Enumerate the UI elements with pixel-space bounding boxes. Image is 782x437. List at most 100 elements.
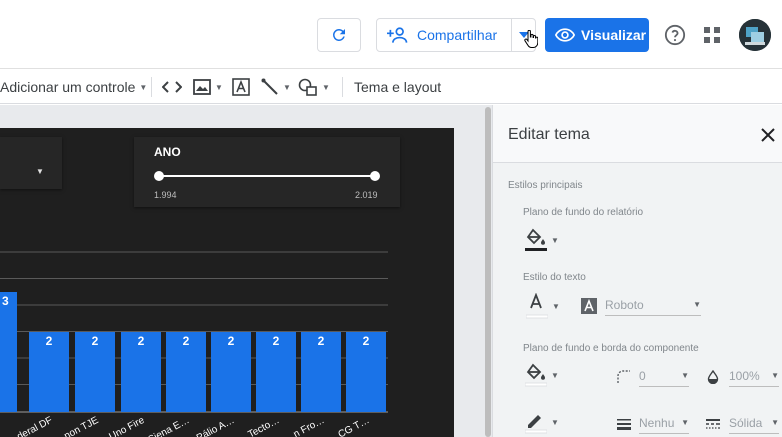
slider-min-value: 1.994 bbox=[154, 190, 177, 200]
opacity-value: 100% bbox=[729, 368, 760, 383]
insert-line-button[interactable]: ▼ bbox=[261, 69, 291, 105]
border-weight-value: Nenhu bbox=[639, 415, 675, 430]
opacity-icon bbox=[707, 370, 719, 384]
insert-shape-button[interactable]: ▼ bbox=[298, 69, 330, 105]
component-bg-color-picker[interactable]: ▼ bbox=[525, 363, 559, 387]
caret-down-icon: ▼ bbox=[693, 300, 701, 309]
top-header: Compartilhar Visualizar bbox=[0, 0, 782, 68]
share-main-button[interactable]: Compartilhar bbox=[377, 19, 512, 51]
text-color-picker[interactable]: ▼ bbox=[526, 293, 560, 319]
add-control-menu[interactable]: Adicionar um controle ▼ bbox=[0, 69, 147, 105]
code-icon bbox=[162, 81, 182, 93]
category-label: …CG T… bbox=[328, 415, 372, 437]
canvas-scrollbar[interactable] bbox=[484, 105, 492, 437]
theme-layout-button[interactable]: Tema e layout bbox=[354, 69, 441, 105]
panel-title: Editar tema bbox=[508, 126, 590, 143]
scrollbar-thumb[interactable] bbox=[485, 107, 491, 437]
caret-down-icon: ▼ bbox=[551, 370, 559, 380]
category-label: …Uno Fire bbox=[99, 415, 147, 437]
slider-track[interactable] bbox=[158, 175, 376, 177]
year-slider-control: ANO 1.994 2.019 bbox=[134, 137, 400, 207]
opacity-select[interactable]: 100% ▼ bbox=[729, 365, 779, 387]
caret-down-icon: ▼ bbox=[36, 167, 44, 176]
font-icon bbox=[581, 298, 597, 314]
category-label: …Siena E… bbox=[138, 415, 192, 437]
border-radius-value: 0 bbox=[639, 368, 646, 383]
category-label: … bbox=[0, 415, 2, 429]
border-style-icon bbox=[706, 419, 720, 429]
theme-layout-label: Tema e layout bbox=[354, 79, 442, 95]
text-box-icon bbox=[232, 78, 250, 96]
pen-icon bbox=[525, 415, 547, 434]
caret-down-icon: ▼ bbox=[139, 82, 148, 92]
caret-down-icon: ▼ bbox=[215, 82, 223, 92]
view-button[interactable]: Visualizar bbox=[545, 18, 649, 52]
caret-down-icon: ▼ bbox=[283, 82, 291, 92]
text-color-icon bbox=[526, 293, 548, 319]
add-control-label: Adicionar um controle bbox=[0, 79, 136, 95]
edit-theme-panel: Editar tema Estilos principais Plano de … bbox=[492, 105, 782, 437]
caret-down-icon: ▼ bbox=[551, 235, 559, 245]
data-label: 2 bbox=[228, 334, 235, 348]
help-icon[interactable] bbox=[664, 24, 686, 46]
data-label: 2 bbox=[183, 334, 190, 348]
user-avatar[interactable] bbox=[739, 19, 771, 51]
category-label: …Pálio A… bbox=[186, 415, 236, 437]
fill-color-icon bbox=[525, 228, 547, 251]
component-bg-label: Plano de fundo e borda do componente bbox=[523, 343, 699, 354]
data-label: 3 bbox=[2, 294, 9, 308]
insert-text-button[interactable] bbox=[232, 69, 250, 105]
toolbar-divider bbox=[151, 77, 152, 97]
shapes-icon bbox=[298, 78, 317, 96]
text-style-label: Estilo do texto bbox=[523, 272, 586, 283]
fill-color-icon bbox=[525, 363, 547, 387]
line-icon bbox=[261, 78, 278, 95]
year-slider-label: ANO bbox=[154, 145, 181, 159]
border-radius-icon bbox=[617, 370, 630, 383]
panel-header: Editar tema bbox=[493, 105, 782, 163]
border-style-value: Sólida bbox=[729, 415, 763, 430]
caret-down-icon: ▼ bbox=[322, 82, 330, 92]
close-icon[interactable] bbox=[761, 128, 775, 142]
data-label: 2 bbox=[138, 334, 145, 348]
report-bg-label: Plano de fundo do relatório bbox=[523, 207, 644, 218]
font-family-value: Roboto bbox=[605, 297, 644, 312]
eye-icon bbox=[555, 28, 575, 42]
share-button[interactable]: Compartilhar bbox=[376, 18, 536, 52]
bar-chart: 3 … 2 …deral DF 2 …non TJE 2 …Uno Fire 2 …Siena E… bbox=[0, 251, 388, 437]
caret-down-icon: ▼ bbox=[771, 418, 779, 427]
caret-down-icon: ▼ bbox=[681, 371, 689, 380]
border-radius-select[interactable]: 0 ▼ bbox=[639, 365, 689, 387]
category-label: …deral DF bbox=[7, 415, 55, 437]
slider-start-handle[interactable] bbox=[154, 171, 164, 181]
refresh-button[interactable] bbox=[317, 18, 361, 52]
refresh-icon bbox=[332, 28, 345, 41]
share-label: Compartilhar bbox=[417, 27, 498, 43]
apps-grid-icon[interactable] bbox=[703, 26, 721, 44]
editor-toolbar: Adicionar um controle ▼ ▼ ▼ ▼ Tema e lay… bbox=[0, 68, 782, 104]
data-label: 2 bbox=[92, 334, 99, 348]
slider-end-handle[interactable] bbox=[370, 171, 380, 181]
border-weight-icon bbox=[617, 419, 631, 430]
caret-down-icon: ▼ bbox=[551, 417, 559, 427]
border-color-picker[interactable]: ▼ bbox=[525, 410, 559, 434]
data-label: 2 bbox=[273, 334, 280, 348]
toolbar-divider bbox=[342, 77, 343, 97]
font-family-select[interactable]: Roboto ▼ bbox=[605, 294, 701, 316]
caret-down-icon: ▼ bbox=[681, 418, 689, 427]
category-label: …Tecto… bbox=[237, 415, 281, 437]
category-label: …non TJE bbox=[54, 415, 101, 437]
data-label: 2 bbox=[318, 334, 325, 348]
chart-bar bbox=[0, 292, 17, 412]
hand-cursor-icon bbox=[524, 30, 538, 48]
main-styles-heading: Estilos principais bbox=[508, 180, 583, 191]
dropdown-filter-control[interactable]: ▼ bbox=[0, 137, 62, 189]
border-style-select[interactable]: Sólida ▼ bbox=[729, 412, 779, 434]
data-label: 2 bbox=[363, 334, 370, 348]
insert-image-button[interactable]: ▼ bbox=[193, 69, 223, 105]
report-bg-color-picker[interactable]: ▼ bbox=[525, 228, 559, 252]
avatar-image bbox=[739, 19, 771, 51]
embed-code-button[interactable] bbox=[162, 69, 182, 105]
border-weight-select[interactable]: Nenhu ▼ bbox=[639, 412, 689, 434]
data-label: 2 bbox=[46, 334, 53, 348]
